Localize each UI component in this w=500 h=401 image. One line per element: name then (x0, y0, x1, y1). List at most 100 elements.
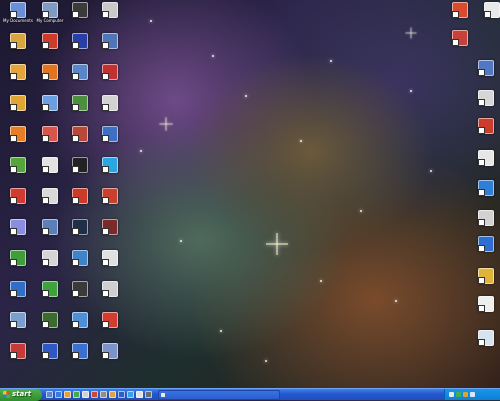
shortcut-arrow-icon (10, 290, 17, 297)
app-icon-27[interactable] (64, 188, 96, 220)
app-icon-r12[interactable] (470, 296, 500, 328)
shortcut-arrow-icon (102, 11, 109, 18)
quicklaunch-app-7[interactable] (100, 391, 107, 398)
start-label: start (12, 390, 32, 398)
app-icon-07[interactable] (64, 33, 96, 65)
app-icon-30[interactable] (34, 219, 66, 251)
taskbar-window-button[interactable] (158, 390, 280, 400)
shortcut-arrow-icon (42, 321, 49, 328)
app-icon-r07[interactable] (470, 150, 500, 182)
quicklaunch-app-10[interactable] (127, 391, 134, 398)
shortcut-arrow-icon (42, 228, 49, 235)
app-icon-19[interactable] (64, 126, 96, 158)
tray-icon-2[interactable] (456, 392, 461, 397)
quicklaunch-app-4[interactable] (73, 391, 80, 398)
app-icon-r04[interactable] (470, 60, 500, 92)
app-icon-09[interactable] (2, 64, 34, 96)
app-icon-17[interactable] (2, 126, 34, 158)
shortcut-arrow-icon (72, 352, 79, 359)
app-icon-33[interactable] (2, 250, 34, 282)
app-icon-14[interactable] (34, 95, 66, 127)
app-icon-22[interactable] (34, 157, 66, 189)
app-icon-15[interactable] (64, 95, 96, 127)
app-icon-23[interactable] (64, 157, 96, 189)
app-icon-r08[interactable] (470, 180, 500, 212)
shortcut-arrow-icon (42, 166, 49, 173)
app-icon-r10[interactable] (470, 236, 500, 268)
app-icon-44[interactable] (94, 312, 126, 344)
app-icon-12[interactable] (94, 64, 126, 96)
app-icon-20[interactable] (94, 126, 126, 158)
quicklaunch-app-3[interactable] (64, 391, 71, 398)
start-button[interactable]: start (0, 389, 42, 401)
app-icon-25[interactable] (2, 188, 34, 220)
my-documents-icon[interactable]: My Documents (2, 2, 34, 34)
shortcut-arrow-icon (72, 259, 79, 266)
shortcut-arrow-icon (102, 42, 109, 49)
app-icon-03[interactable] (64, 2, 96, 34)
quicklaunch-app-12[interactable] (145, 391, 152, 398)
skype-icon[interactable] (94, 157, 126, 189)
shortcut-arrow-icon (102, 321, 109, 328)
app-icon-16[interactable] (94, 95, 126, 127)
quicklaunch-app-5[interactable] (82, 391, 89, 398)
app-icon-05[interactable] (2, 33, 34, 65)
app-icon-41[interactable] (2, 312, 34, 344)
shortcut-arrow-icon (10, 42, 17, 49)
quicklaunch-app-11[interactable] (136, 391, 143, 398)
app-icon-45[interactable] (2, 343, 34, 375)
shortcut-arrow-icon (72, 321, 79, 328)
shortcut-arrow-icon (10, 228, 17, 235)
app-icon-06[interactable] (34, 33, 66, 65)
app-icon-18[interactable] (34, 126, 66, 158)
browser-icon[interactable] (55, 391, 62, 398)
app-icon-21[interactable] (2, 157, 34, 189)
app-icon-38[interactable] (34, 281, 66, 313)
app-icon-36[interactable] (94, 250, 126, 282)
app-icon-13[interactable] (2, 95, 34, 127)
app-icon-29[interactable] (2, 219, 34, 251)
app-icon-47[interactable] (64, 343, 96, 375)
app-icon-35[interactable] (64, 250, 96, 282)
app-icon-31[interactable] (64, 219, 96, 251)
shortcut-arrow-icon (72, 228, 79, 235)
firefox-icon[interactable] (34, 64, 66, 96)
tray-icon-3[interactable] (463, 392, 468, 397)
shortcut-arrow-icon (478, 159, 485, 166)
shortcut-arrow-icon (452, 11, 459, 18)
shortcut-arrow-icon (72, 197, 79, 204)
app-icon-32[interactable] (94, 219, 126, 251)
shortcut-arrow-icon (102, 104, 109, 111)
app-icon-34[interactable] (34, 250, 66, 282)
app-icon-40[interactable] (94, 281, 126, 313)
app-icon-48[interactable] (94, 343, 126, 375)
app-icon-r02[interactable] (476, 2, 500, 34)
app-icon-26[interactable] (34, 188, 66, 220)
app-icon-43[interactable] (64, 312, 96, 344)
app-icon-37[interactable] (2, 281, 34, 313)
quicklaunch-app-9[interactable] (118, 391, 125, 398)
quicklaunch-app-8[interactable] (109, 391, 116, 398)
app-icon-42[interactable] (34, 312, 66, 344)
app-icon-r03[interactable] (444, 30, 476, 62)
shortcut-arrow-icon (72, 290, 79, 297)
quicklaunch-app-6[interactable] (91, 391, 98, 398)
app-icon-r06[interactable] (470, 118, 500, 150)
app-icon-28[interactable] (94, 188, 126, 220)
app-icon-39[interactable] (64, 281, 96, 313)
shortcut-arrow-icon (452, 39, 459, 46)
volume-icon[interactable] (470, 392, 475, 397)
recycle-bin-icon[interactable] (470, 330, 500, 362)
my-computer-icon[interactable]: My Computer (34, 2, 66, 34)
shortcut-arrow-icon (478, 189, 485, 196)
show-desktop-icon[interactable] (46, 391, 53, 398)
app-icon-04[interactable] (94, 2, 126, 34)
tray-icon-1[interactable] (449, 392, 454, 397)
shortcut-arrow-icon (42, 73, 49, 80)
app-icon-11[interactable] (64, 64, 96, 96)
shortcut-arrow-icon (102, 259, 109, 266)
app-icon-08[interactable] (94, 33, 126, 65)
shortcut-arrow-icon (10, 352, 17, 359)
shortcut-arrow-icon (102, 197, 109, 204)
app-icon-46[interactable] (34, 343, 66, 375)
